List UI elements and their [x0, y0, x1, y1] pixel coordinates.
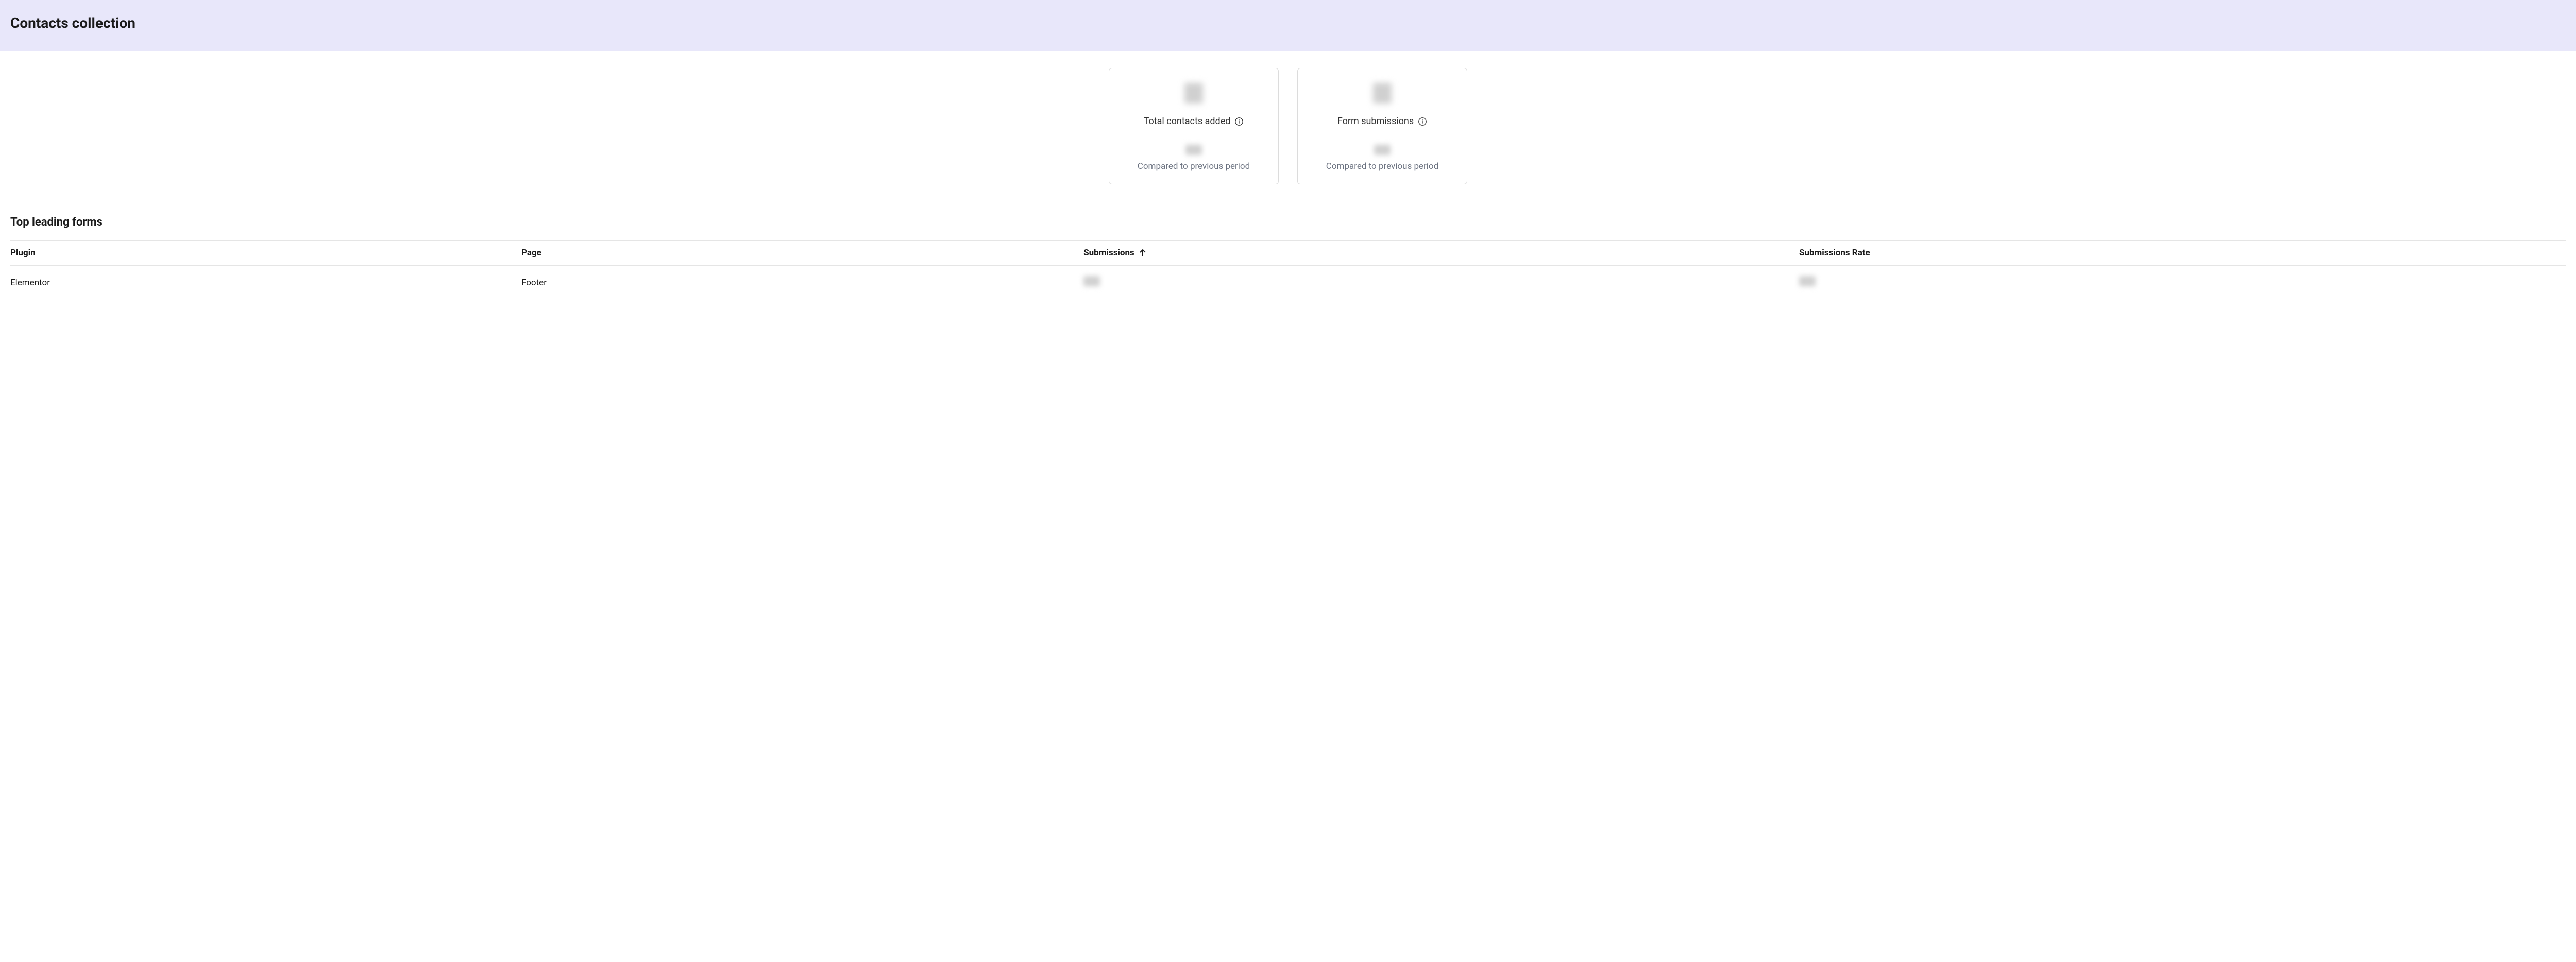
page-title: Contacts collection: [10, 14, 2566, 31]
cell-rate: [1799, 266, 2566, 300]
table-row: Elementor Footer: [10, 266, 2566, 300]
sort-indicator: Submissions: [1083, 248, 1147, 258]
total-contacts-label-row: Total contacts added: [1122, 116, 1266, 136]
submissions-value-blurred: [1083, 276, 1100, 286]
form-submissions-card: Form submissions Compared to previous pe…: [1297, 68, 1467, 184]
cell-submissions: [1083, 266, 1799, 300]
form-submissions-label-row: Form submissions: [1310, 116, 1454, 136]
compared-text: Compared to previous period: [1308, 161, 1456, 171]
arrow-up-icon: [1139, 249, 1147, 257]
total-contacts-value-blurred: [1184, 83, 1203, 104]
cell-plugin: Elementor: [10, 266, 521, 300]
form-submissions-value-blurred: [1373, 83, 1392, 104]
column-header-plugin[interactable]: Plugin: [10, 240, 521, 266]
form-submissions-change-blurred: [1374, 145, 1391, 155]
total-contacts-card: Total contacts added Compared to previou…: [1109, 68, 1279, 184]
table-section: Top leading forms Plugin Page Submission…: [0, 201, 2576, 310]
stats-cards-section: Total contacts added Compared to previou…: [0, 51, 2576, 201]
submissions-header-text: Submissions: [1083, 248, 1134, 258]
header-section: Contacts collection: [0, 0, 2576, 51]
compared-text: Compared to previous period: [1120, 161, 1268, 171]
form-submissions-label: Form submissions: [1337, 116, 1414, 127]
forms-table: Plugin Page Submissions Submissions Rate…: [10, 240, 2566, 299]
total-contacts-change-blurred: [1185, 145, 1202, 155]
cell-page: Footer: [521, 266, 1083, 300]
info-icon[interactable]: [1234, 117, 1244, 126]
table-header-row: Plugin Page Submissions Submissions Rate: [10, 240, 2566, 266]
rate-value-blurred: [1799, 276, 1816, 286]
info-icon[interactable]: [1418, 117, 1427, 126]
column-header-submissions[interactable]: Submissions: [1083, 240, 1799, 266]
column-header-rate[interactable]: Submissions Rate: [1799, 240, 2566, 266]
total-contacts-label: Total contacts added: [1144, 116, 1231, 127]
column-header-page[interactable]: Page: [521, 240, 1083, 266]
section-title: Top leading forms: [10, 216, 2566, 229]
